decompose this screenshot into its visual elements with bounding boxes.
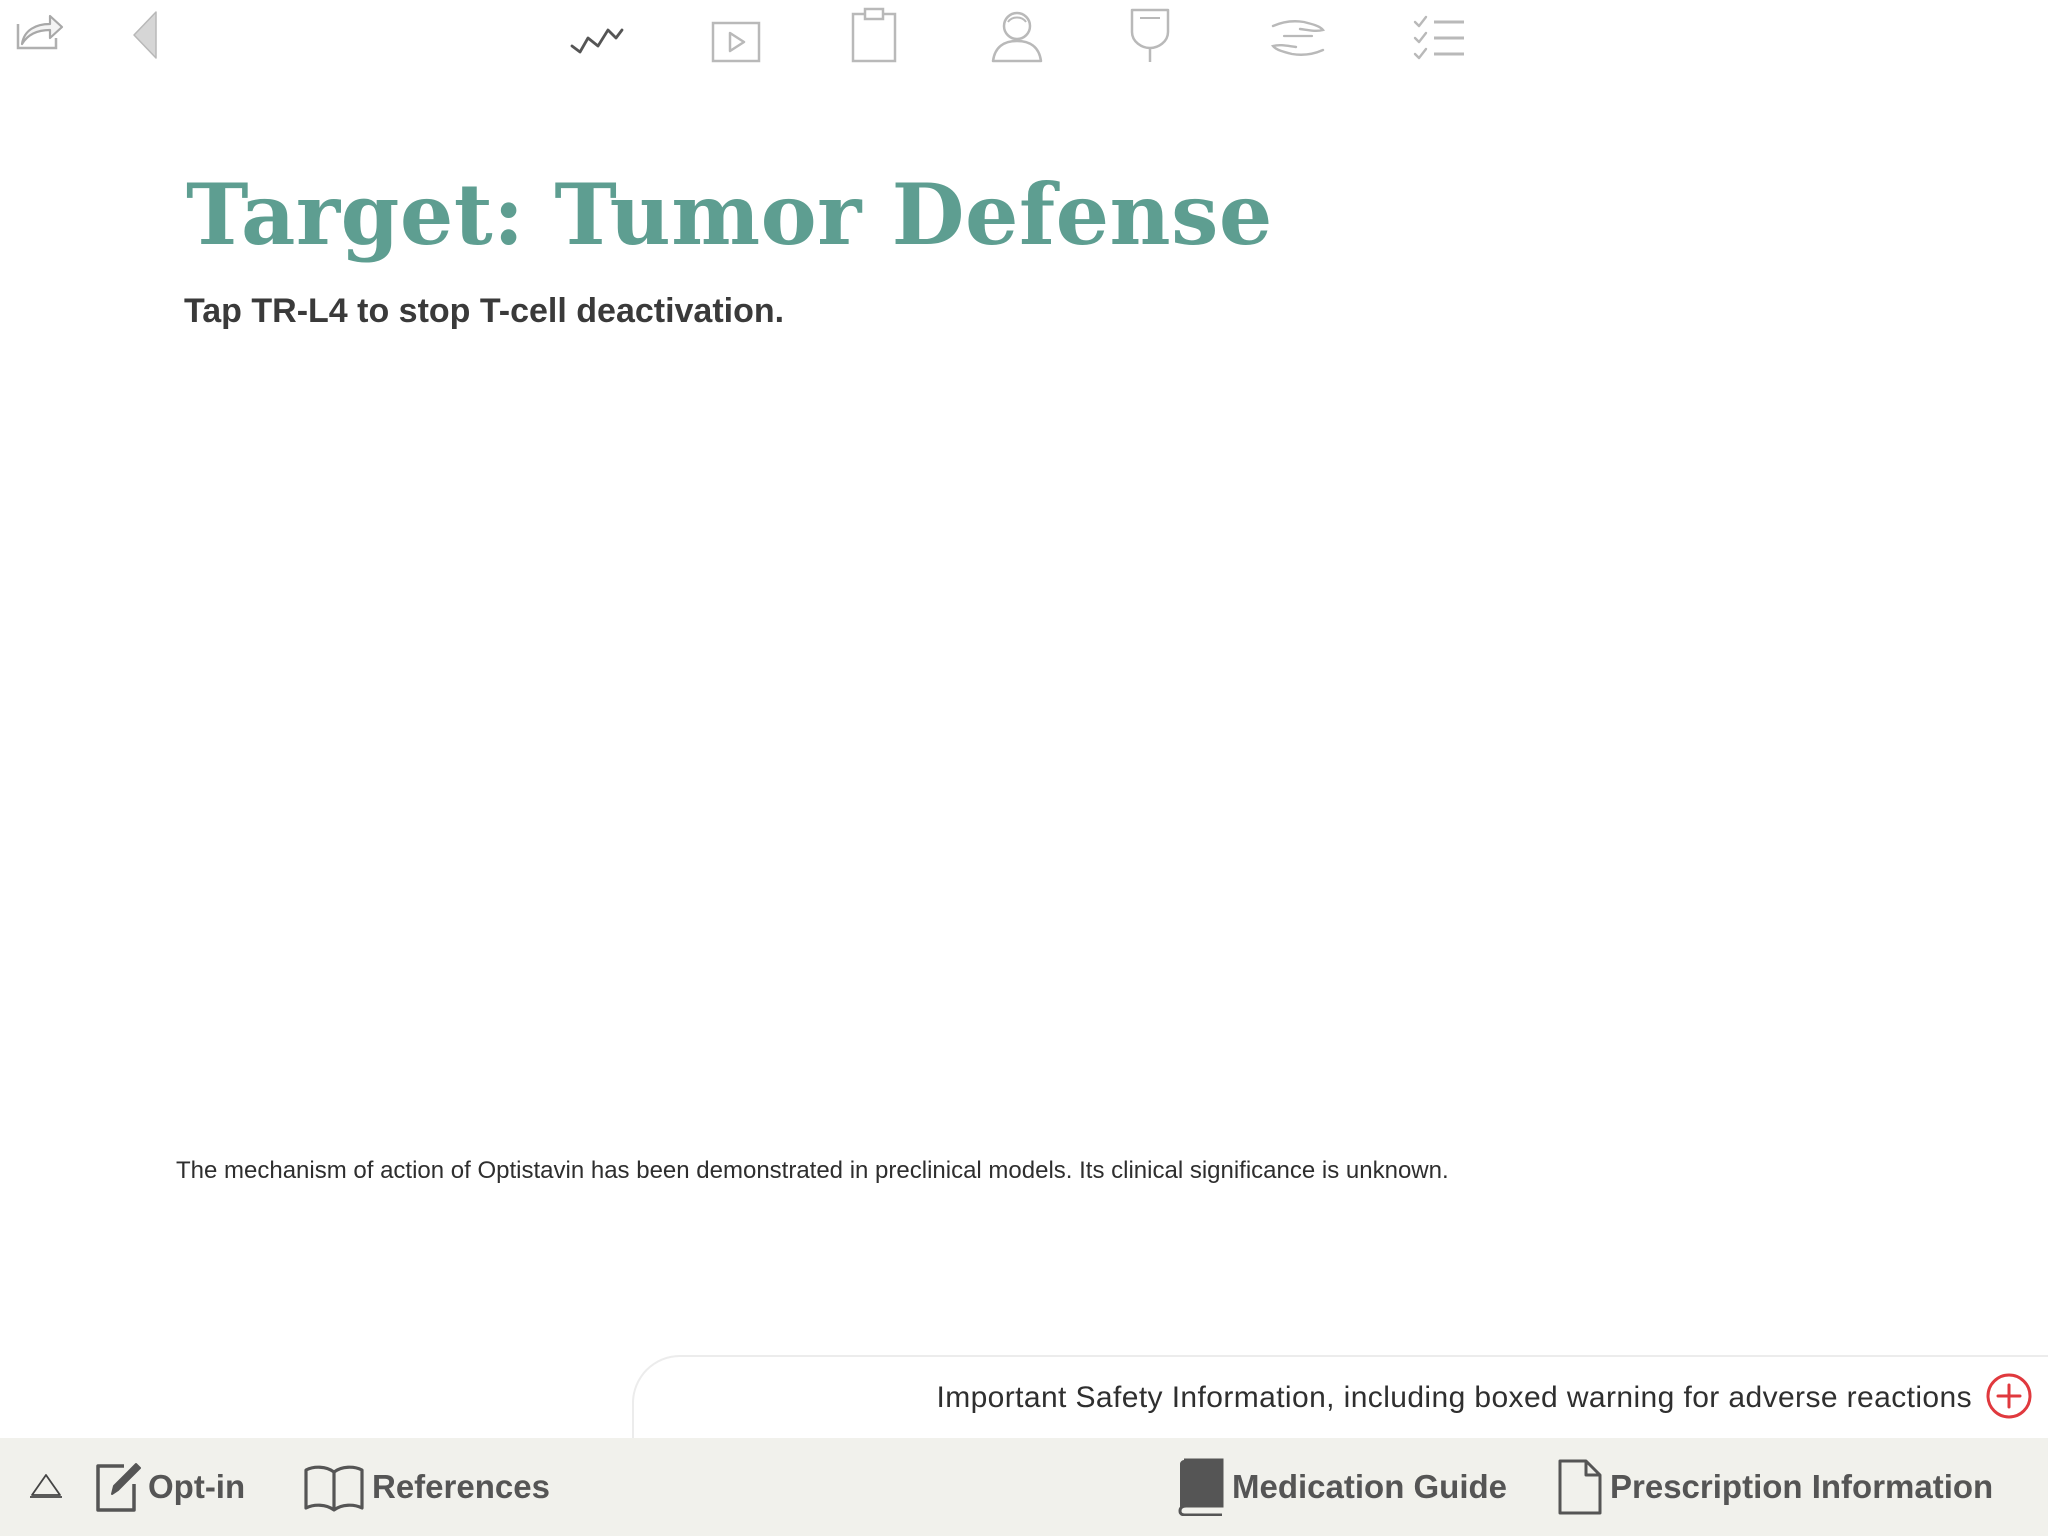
medication-guide-label: Medication Guide (1232, 1468, 1508, 1505)
safety-information-label: Important Safety Information, including … (936, 1381, 1972, 1414)
collapse-toggle[interactable] (26, 1438, 66, 1536)
edit-icon (96, 1463, 141, 1512)
trend-line-icon[interactable] (570, 20, 624, 56)
top-nav-bar (0, 0, 2048, 80)
references-button[interactable]: References (302, 1438, 550, 1536)
hands-icon[interactable] (1270, 16, 1326, 62)
references-label: References (372, 1468, 550, 1505)
video-play-icon[interactable] (710, 20, 762, 64)
triangle-icon (30, 1474, 62, 1498)
checklist-icon[interactable] (1412, 14, 1466, 62)
page-subtitle: Tap TR-L4 to stop T-cell deactivation. (184, 292, 785, 330)
page-title: Target: Tumor Defense (186, 165, 1273, 264)
opt-in-label: Opt-in (148, 1468, 246, 1505)
disclaimer-text: The mechanism of action of Optistavin ha… (176, 1157, 1449, 1184)
prescription-information-button[interactable]: Prescription Information (1556, 1438, 1993, 1536)
back-arrow-icon[interactable] (130, 10, 160, 60)
bottom-toolbar: Opt-in References Medication Guide Presc… (0, 1438, 2048, 1536)
document-icon (1558, 1459, 1602, 1515)
medication-guide-button[interactable]: Medication Guide (1176, 1438, 1507, 1536)
patient-icon[interactable] (990, 8, 1044, 64)
prescription-information-label: Prescription Information (1610, 1468, 1994, 1505)
page: Target: Tumor Defense Tap TR-L4 to stop … (0, 0, 2048, 1536)
book-icon (1178, 1458, 1224, 1516)
iv-bag-icon[interactable] (1128, 6, 1172, 64)
opt-in-button[interactable]: Opt-in (94, 1438, 245, 1536)
open-book-icon (304, 1465, 364, 1512)
plus-circle-icon[interactable] (1984, 1371, 2034, 1426)
safety-information-tab[interactable]: Important Safety Information, including … (632, 1355, 2048, 1440)
share-icon[interactable] (14, 10, 64, 52)
clipboard-icon[interactable] (850, 6, 898, 64)
